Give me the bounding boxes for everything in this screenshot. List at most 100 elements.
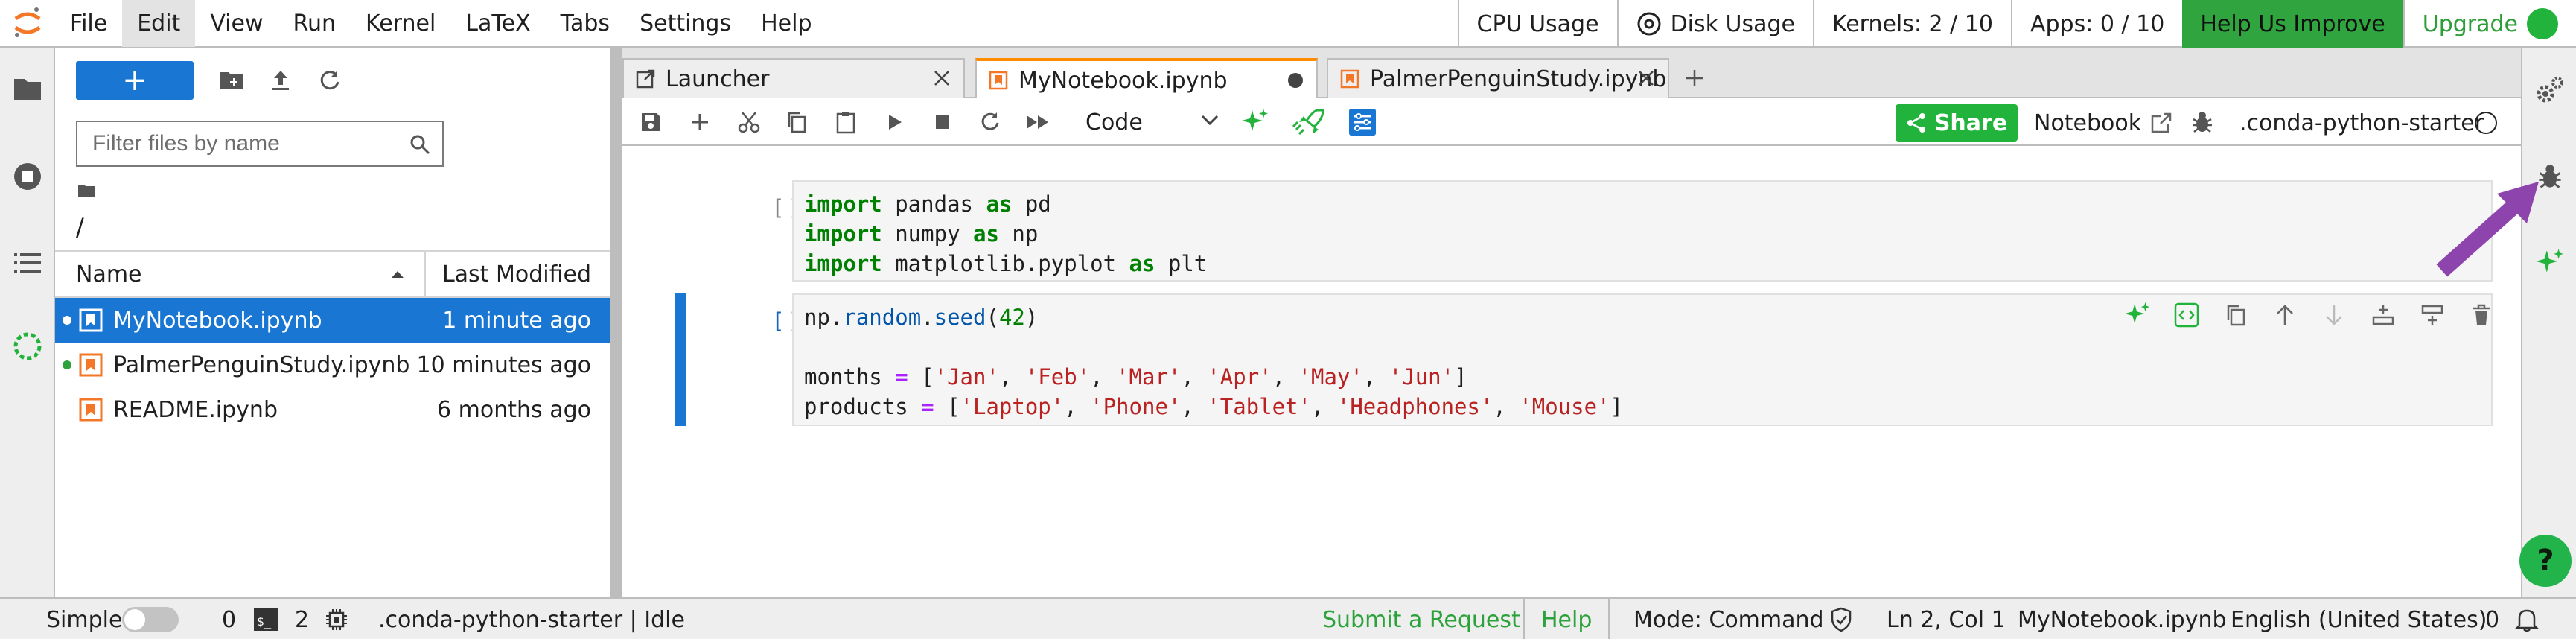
trusted-shield-icon[interactable] [1830, 599, 1852, 639]
file-row[interactable]: MyNotebook.ipynb 1 minute ago [55, 298, 610, 343]
running-sessions-icon[interactable] [12, 161, 43, 192]
tab-palmerpenguinstudy[interactable]: PalmerPenguinStudy.ipynb [1327, 58, 1669, 98]
cell-type-select[interactable]: Code [1085, 104, 1220, 140]
share-button[interactable]: Share [1896, 104, 2018, 142]
code-cell[interactable]: [ ]: import pandas as pd import numpy as… [649, 180, 2493, 283]
running-indicator-icon [63, 360, 71, 369]
new-launcher-button[interactable]: + [76, 61, 194, 100]
column-name-header[interactable]: Name [55, 252, 426, 296]
apps-indicator[interactable]: Apps: 0 / 10 [2010, 0, 2182, 48]
move-up-icon[interactable] [2260, 296, 2309, 334]
terminal-icon[interactable]: $_ [253, 599, 278, 639]
help-question-icon[interactable]: ? [2519, 535, 2572, 587]
duplicate-cell-icon[interactable] [2211, 296, 2260, 334]
panel-splitter[interactable] [612, 48, 622, 597]
filter-files-input[interactable] [92, 131, 390, 156]
file-row[interactable]: README.ipynb 6 months ago [55, 387, 610, 432]
disk-usage-indicator[interactable]: Disk Usage [1616, 0, 1813, 48]
ai-sparkle-icon[interactable] [2113, 296, 2162, 334]
insert-cell-icon[interactable] [685, 107, 715, 137]
file-browser-toolbar: + [76, 60, 354, 101]
file-row[interactable]: PalmerPenguinStudy.ipynb 10 minutes ago [55, 343, 610, 387]
property-inspector-icon[interactable] [1348, 107, 1377, 137]
menu-edit[interactable]: Edit [122, 0, 196, 47]
new-folder-icon[interactable] [207, 61, 256, 100]
menu-view[interactable]: View [195, 0, 278, 47]
account-status-icon[interactable] [2527, 8, 2558, 39]
menu-file[interactable]: File [55, 0, 122, 47]
delete-cell-icon[interactable] [2457, 296, 2506, 334]
filter-files-field[interactable] [76, 121, 444, 167]
cpu-usage-indicator[interactable]: CPU Usage [1457, 0, 1617, 48]
cell-type-value: Code [1085, 109, 1143, 136]
kernels-indicator[interactable]: Kernels: 2 / 10 [1813, 0, 2011, 48]
svg-text:$_: $_ [257, 614, 272, 629]
terminals-count[interactable]: 0 [222, 599, 236, 639]
bell-icon[interactable] [2515, 599, 2539, 639]
code-snippet-icon[interactable] [2162, 296, 2211, 334]
column-last-modified-header[interactable]: Last Modified [426, 261, 610, 287]
save-icon[interactable] [636, 107, 666, 137]
disk-usage-label: Disk Usage [1670, 10, 1796, 37]
notebook-mode-indicator[interactable]: Mode: Command [1633, 599, 1824, 639]
notification-count[interactable]: 0 [2485, 599, 2499, 639]
notebook-label: Notebook [2034, 109, 2142, 136]
unsaved-dot-icon[interactable] [1287, 71, 1304, 89]
kernel-selector[interactable]: .conda-python-starter [2239, 106, 2484, 140]
add-tab-icon[interactable] [1675, 61, 1714, 95]
menu-run[interactable]: Run [278, 0, 351, 47]
cell-editor[interactable]: import pandas as pd import numpy as np i… [792, 180, 2493, 282]
move-down-icon[interactable] [2309, 296, 2359, 334]
menu-settings[interactable]: Settings [625, 0, 746, 47]
help-us-improve-button[interactable]: Help Us Improve [2182, 0, 2403, 48]
table-of-contents-icon[interactable] [12, 247, 43, 279]
paste-icon[interactable] [831, 107, 861, 137]
chevron-down-icon [1200, 113, 1220, 127]
tab-mynotebook[interactable]: MyNotebook.ipynb [975, 58, 1318, 100]
tab-launcher[interactable]: Launcher [622, 58, 965, 98]
code-cell-active[interactable]: [ ]: np.random.seed(42) months = ['Jan',… [649, 293, 2493, 442]
launcher-icon [636, 69, 655, 89]
copy-icon[interactable] [782, 107, 812, 137]
upload-icon[interactable] [256, 61, 305, 100]
cursor-position[interactable]: Ln 2, Col 1 [1887, 599, 2006, 639]
kernels-count[interactable]: 2 [295, 599, 309, 639]
breadcrumb-path[interactable]: / [76, 213, 84, 241]
open-notebook-view-link[interactable]: Notebook [2034, 106, 2172, 140]
insert-below-icon[interactable] [2408, 296, 2457, 334]
ai-rocket-icon[interactable] [1289, 107, 1327, 137]
insert-above-icon[interactable] [2359, 296, 2408, 334]
extension-spinner-icon[interactable] [12, 331, 43, 362]
menubar: File Edit View Run Kernel LaTeX Tabs Set… [0, 0, 2576, 48]
menu-latex[interactable]: LaTeX [450, 0, 545, 47]
jupyter-logo-icon [0, 0, 55, 47]
menu-tabs[interactable]: Tabs [546, 0, 625, 47]
interrupt-kernel-icon[interactable] [928, 107, 957, 137]
run-cell-icon[interactable] [880, 107, 910, 137]
kernel-chip-icon[interactable] [325, 599, 348, 639]
close-icon[interactable] [932, 69, 951, 88]
cut-icon[interactable] [734, 107, 764, 137]
tab-label: Launcher [666, 66, 770, 92]
debugger-bug-icon[interactable] [2187, 107, 2217, 137]
kernel-status-text[interactable]: .conda-python-starter | Idle [378, 599, 685, 639]
notebook-toolbar: Code Share Notebook .conda-python-starte… [622, 98, 2521, 146]
submit-request-link[interactable]: Submit a Request [1322, 599, 1520, 639]
menu-kernel[interactable]: Kernel [351, 0, 450, 47]
close-icon[interactable] [1636, 69, 1656, 88]
notebook-icon [1340, 69, 1359, 89]
menu-help[interactable]: Help [746, 0, 826, 47]
help-link[interactable]: Help [1523, 599, 1610, 639]
language-indicator[interactable]: English (United States) [2231, 599, 2487, 639]
restart-run-all-icon[interactable] [1023, 107, 1053, 137]
refresh-icon[interactable] [305, 61, 354, 100]
ai-sparkle-icon[interactable] [1240, 107, 1270, 137]
share-label: Share [1933, 109, 2008, 136]
upgrade-button[interactable]: Upgrade [2403, 0, 2576, 48]
property-inspector-gears-icon[interactable] [2534, 74, 2566, 106]
breadcrumb-home-icon[interactable] [77, 183, 95, 198]
current-file-name: MyNotebook.ipynb [2018, 606, 2227, 633]
simple-mode-toggle[interactable] [122, 599, 179, 639]
folder-icon[interactable] [12, 73, 43, 104]
restart-kernel-icon[interactable] [975, 107, 1005, 137]
